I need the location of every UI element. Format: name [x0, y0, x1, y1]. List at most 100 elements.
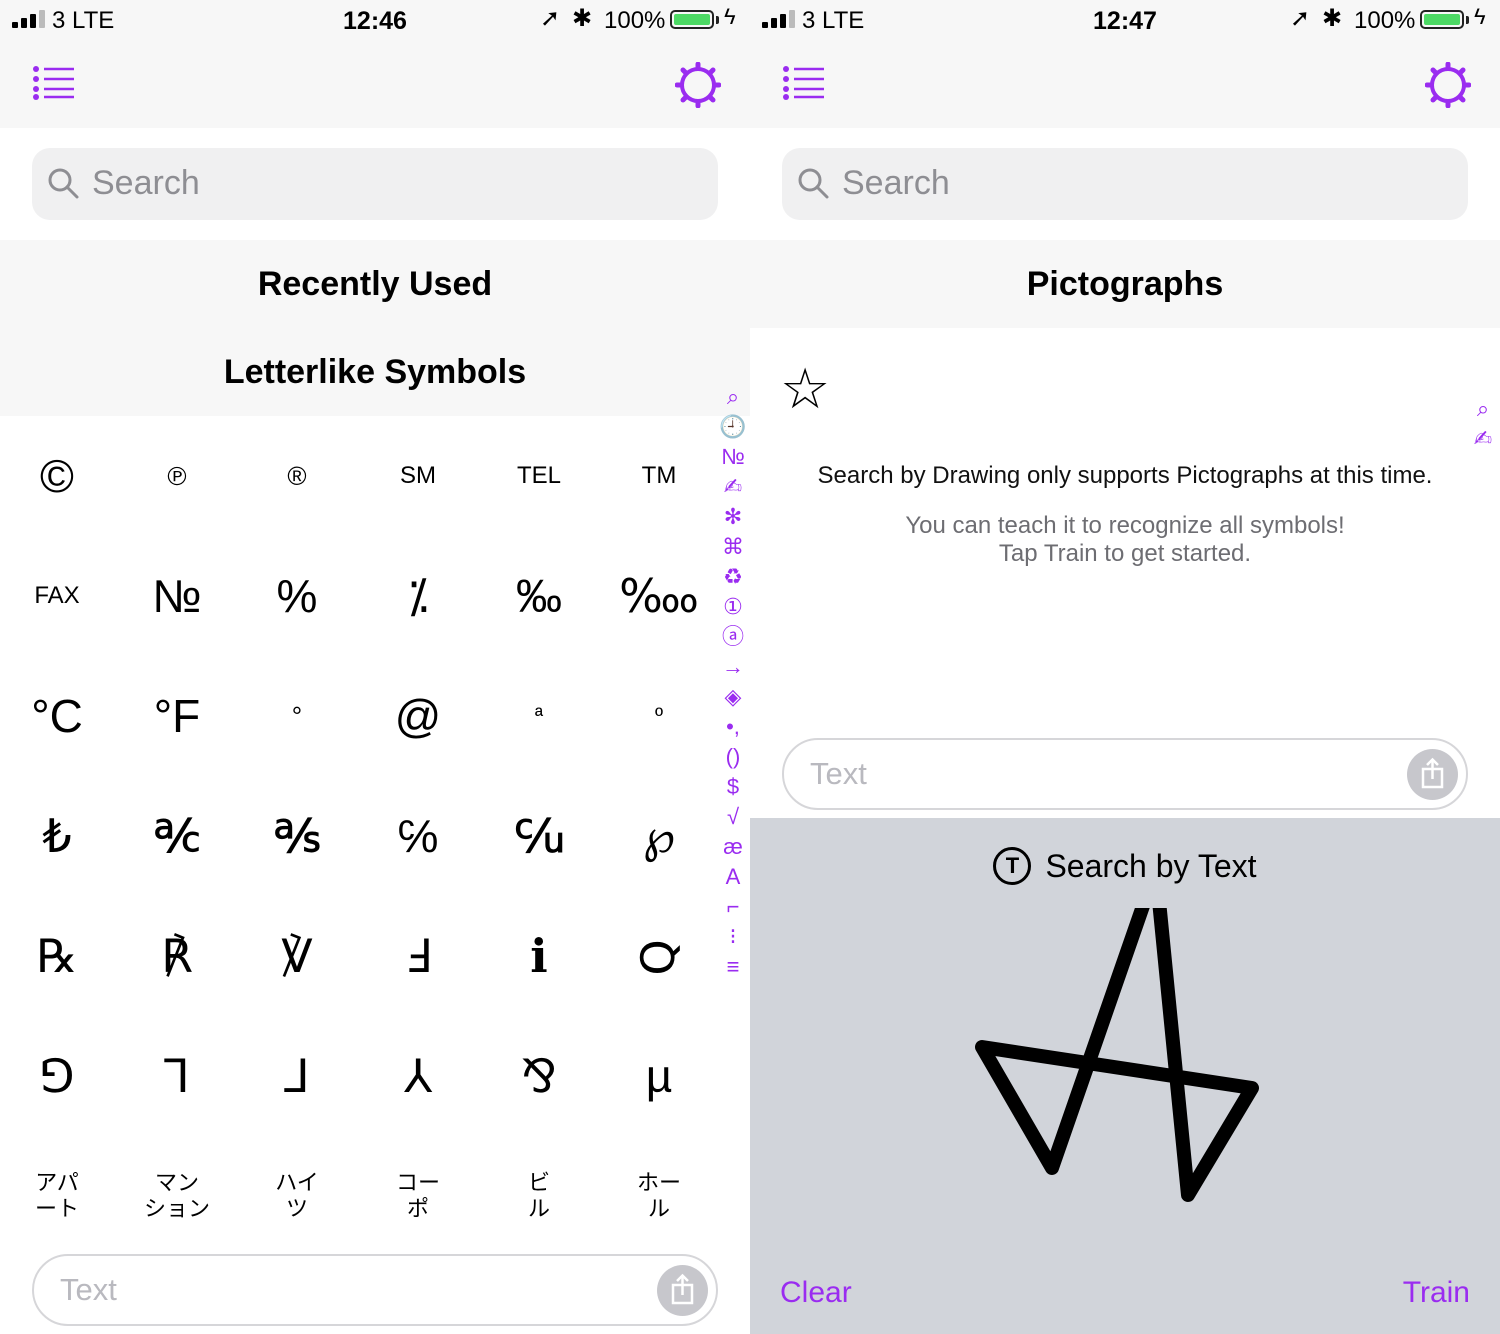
- index-item[interactable]: ✻: [718, 502, 748, 532]
- symbol-cell[interactable]: Ⅎ: [358, 896, 478, 1016]
- settings-gear-icon[interactable]: [1425, 62, 1471, 108]
- symbol-glyph: ®: [287, 461, 307, 491]
- symbol-cell[interactable]: ©: [0, 416, 117, 536]
- symbol-cell[interactable]: ℹ: [479, 896, 599, 1016]
- search-by-text-toggle[interactable]: T Search by Text: [750, 846, 1500, 888]
- search-placeholder: Search: [92, 164, 200, 202]
- text-field[interactable]: Text: [782, 738, 1468, 810]
- symbol-glyph: ℅: [397, 810, 439, 862]
- symbol-cell[interactable]: ⅁: [0, 1016, 117, 1136]
- star-drawing-stroke: [975, 908, 1259, 1202]
- symbol-cell[interactable]: ℘: [599, 776, 719, 896]
- symbol-cell[interactable]: ⅃: [237, 1016, 357, 1136]
- symbol-cell[interactable]: ℁: [237, 776, 357, 896]
- index-item[interactable]: →: [718, 652, 748, 682]
- symbol-cell[interactable]: TEL: [479, 416, 599, 536]
- symbol-cell[interactable]: ⁒: [358, 536, 478, 656]
- symbol-cell[interactable]: ª: [479, 656, 599, 776]
- symbol-cell[interactable]: °: [237, 656, 357, 776]
- symbol-glyph: TEL: [516, 462, 561, 489]
- list-menu-icon[interactable]: [32, 66, 76, 100]
- symbol-cell[interactable]: ℣: [237, 896, 357, 1016]
- symbol-cell[interactable]: µ: [599, 1016, 719, 1136]
- train-button[interactable]: Train: [1403, 1276, 1470, 1310]
- symbol-glyph: ©: [40, 450, 74, 502]
- list-menu-icon[interactable]: [782, 66, 826, 100]
- symbol-cell[interactable]: マン ション: [117, 1136, 237, 1256]
- symbol-cell[interactable]: ⅄: [358, 1016, 478, 1136]
- symbol-cell[interactable]: °F: [117, 656, 237, 776]
- clear-button[interactable]: Clear: [780, 1276, 852, 1310]
- index-item[interactable]: ⌕: [1468, 394, 1498, 424]
- search-input[interactable]: Search: [782, 148, 1468, 220]
- share-button[interactable]: [657, 1265, 708, 1316]
- index-item[interactable]: ≡: [718, 952, 748, 982]
- section-index[interactable]: ⌕ ✍: [1468, 394, 1498, 454]
- share-button[interactable]: [1407, 749, 1458, 800]
- symbol-glyph: ₺: [42, 810, 72, 862]
- symbol-cell[interactable]: ‰: [479, 536, 599, 656]
- index-item[interactable]: ✍: [718, 472, 748, 502]
- symbol-cell[interactable]: ハイ ツ: [237, 1136, 357, 1256]
- symbol-cell[interactable]: ₺: [0, 776, 117, 896]
- symbol-cell[interactable]: FAX: [0, 536, 117, 656]
- index-item[interactable]: 🕘: [718, 412, 748, 442]
- symbol-cell[interactable]: ®: [237, 416, 357, 536]
- symbol-cell[interactable]: ℅: [358, 776, 478, 896]
- section-index[interactable]: ⌕ 🕘 № ✍ ✻ ⌘ ♻ ① ⓐ → ◈ •,() $ √ æ A ⌐ ⁝ ≡: [718, 382, 748, 982]
- symbol-cell[interactable]: ℟: [117, 896, 237, 1016]
- symbol-cell[interactable]: @: [358, 656, 478, 776]
- header-recently-used: Recently Used: [0, 240, 750, 328]
- result-symbol[interactable]: ☆: [780, 356, 830, 422]
- symbol-cell[interactable]: ℆: [479, 776, 599, 896]
- symbol-cell[interactable]: º: [599, 656, 719, 776]
- symbol-glyph: ℗: [167, 461, 187, 491]
- index-item[interactable]: æ: [718, 832, 748, 862]
- text-field[interactable]: Text: [32, 1254, 718, 1326]
- index-item[interactable]: √: [718, 802, 748, 832]
- index-item[interactable]: $: [718, 772, 748, 802]
- battery-tip: [716, 16, 719, 24]
- symbol-cell[interactable]: ビ ル: [479, 1136, 599, 1256]
- index-item[interactable]: ①: [718, 592, 748, 622]
- index-item[interactable]: №: [718, 442, 748, 472]
- index-item[interactable]: ⌘: [718, 532, 748, 562]
- index-item[interactable]: ◈: [718, 682, 748, 712]
- symbol-cell[interactable]: ⅋: [479, 1016, 599, 1136]
- mode-label: Search by Text: [1045, 848, 1257, 884]
- symbol-cell[interactable]: %: [237, 536, 357, 656]
- index-item[interactable]: ⓐ: [718, 622, 748, 652]
- battery-percent: 100%: [1354, 7, 1416, 34]
- symbol-cell[interactable]: アパ ート: [0, 1136, 117, 1256]
- symbol-cell[interactable]: ℗: [117, 416, 237, 536]
- search-input[interactable]: Search: [32, 148, 718, 220]
- index-item[interactable]: ✍: [1468, 424, 1498, 454]
- index-item[interactable]: (): [718, 742, 748, 772]
- drawing-canvas[interactable]: [750, 908, 1500, 1268]
- index-item[interactable]: ♻: [718, 562, 748, 592]
- search-placeholder: Search: [842, 164, 950, 202]
- right-screen: 3 LTE 12:47 ➚ ✱ 100% ϟ Search Pictograph…: [750, 0, 1500, 1334]
- symbol-cell[interactable]: ℞: [0, 896, 117, 1016]
- symbol-cell[interactable]: ℀: [117, 776, 237, 896]
- symbol-cell[interactable]: °C: [0, 656, 117, 776]
- symbol-cell[interactable]: コー ポ: [358, 1136, 478, 1256]
- symbol-cell[interactable]: ℺: [599, 896, 719, 1016]
- symbol-glyph: ⅂: [164, 1050, 190, 1102]
- symbol-cell[interactable]: №: [117, 536, 237, 656]
- index-item[interactable]: •,: [718, 712, 748, 742]
- symbol-cell[interactable]: ‱: [599, 536, 719, 656]
- index-item[interactable]: ⌐: [718, 892, 748, 922]
- symbol-cell[interactable]: ホー ル: [599, 1136, 719, 1256]
- symbol-glyph: @: [394, 690, 442, 742]
- symbol-cell[interactable]: SM: [358, 416, 478, 536]
- symbol-glyph: Ⅎ: [404, 930, 432, 982]
- index-item[interactable]: ⁝: [718, 922, 748, 952]
- symbol-cell[interactable]: ⅂: [117, 1016, 237, 1136]
- index-item[interactable]: ⌕: [718, 382, 748, 412]
- index-item[interactable]: A: [718, 862, 748, 892]
- symbol-glyph: ⁒: [407, 570, 429, 622]
- settings-gear-icon[interactable]: [675, 62, 721, 108]
- symbol-cell[interactable]: TM: [599, 416, 719, 536]
- symbol-glyph: FAX: [34, 582, 80, 609]
